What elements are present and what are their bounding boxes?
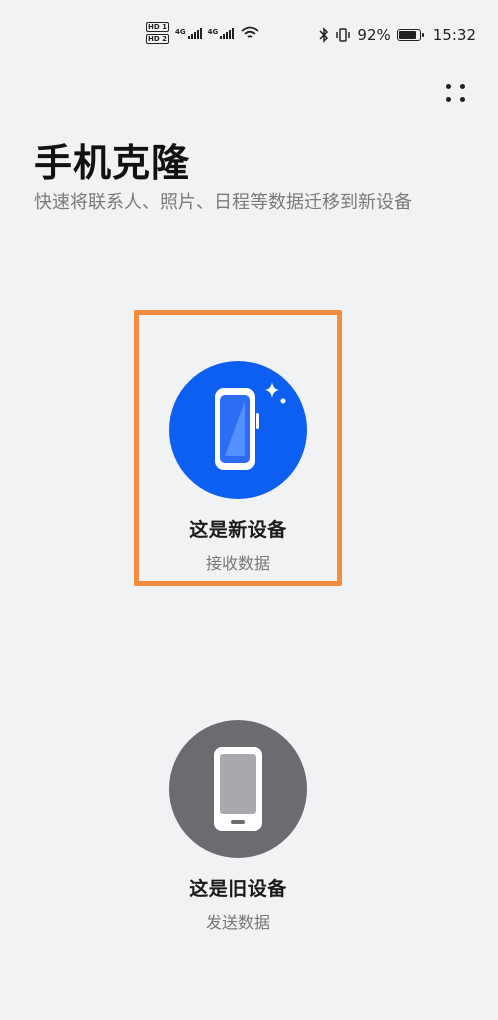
battery-level bbox=[398, 31, 417, 39]
old-device-circle bbox=[169, 720, 307, 858]
network-type-label: 4G bbox=[207, 27, 219, 36]
status-bar-left: HD 1 HD 2 4G 4G bbox=[146, 22, 259, 44]
new-device-subtitle: 接收数据 bbox=[205, 554, 270, 573]
signal-icon: 4G bbox=[207, 27, 235, 39]
hd-badge-1: HD 1 bbox=[146, 22, 169, 32]
wifi-icon bbox=[241, 26, 259, 38]
battery-icon bbox=[396, 29, 424, 41]
status-bar-right: 92% 15:32 bbox=[319, 26, 476, 44]
battery-percent: 92% bbox=[357, 26, 391, 44]
new-device-option[interactable]: 这是新设备 接收数据 bbox=[134, 310, 342, 586]
vibrate-icon bbox=[336, 28, 351, 42]
more-icon[interactable] bbox=[444, 82, 468, 106]
signal-icon: 4G bbox=[174, 27, 202, 39]
old-device-option[interactable]: 这是旧设备 发送数据 bbox=[134, 670, 342, 946]
old-device-subtitle: 发送数据 bbox=[205, 913, 270, 932]
new-phone-icon bbox=[215, 382, 286, 470]
page-title: 手机克隆 bbox=[34, 141, 191, 185]
old-phone-icon bbox=[214, 747, 262, 831]
status-bar: HD 1 HD 2 4G 4G 92% 15:32 bbox=[0, 0, 498, 72]
network-type-label: 4G bbox=[174, 27, 186, 36]
clock: 15:32 bbox=[432, 26, 476, 44]
hd-icon: HD 1 HD 2 bbox=[146, 22, 169, 44]
page-subtitle: 快速将联系人、照片、日程等数据迁移到新设备 bbox=[34, 192, 412, 213]
old-device-title: 这是旧设备 bbox=[189, 878, 287, 900]
hd-badge-2: HD 2 bbox=[146, 34, 169, 44]
new-device-circle bbox=[169, 361, 307, 499]
bluetooth-icon bbox=[319, 27, 329, 43]
new-device-title: 这是新设备 bbox=[189, 519, 287, 541]
